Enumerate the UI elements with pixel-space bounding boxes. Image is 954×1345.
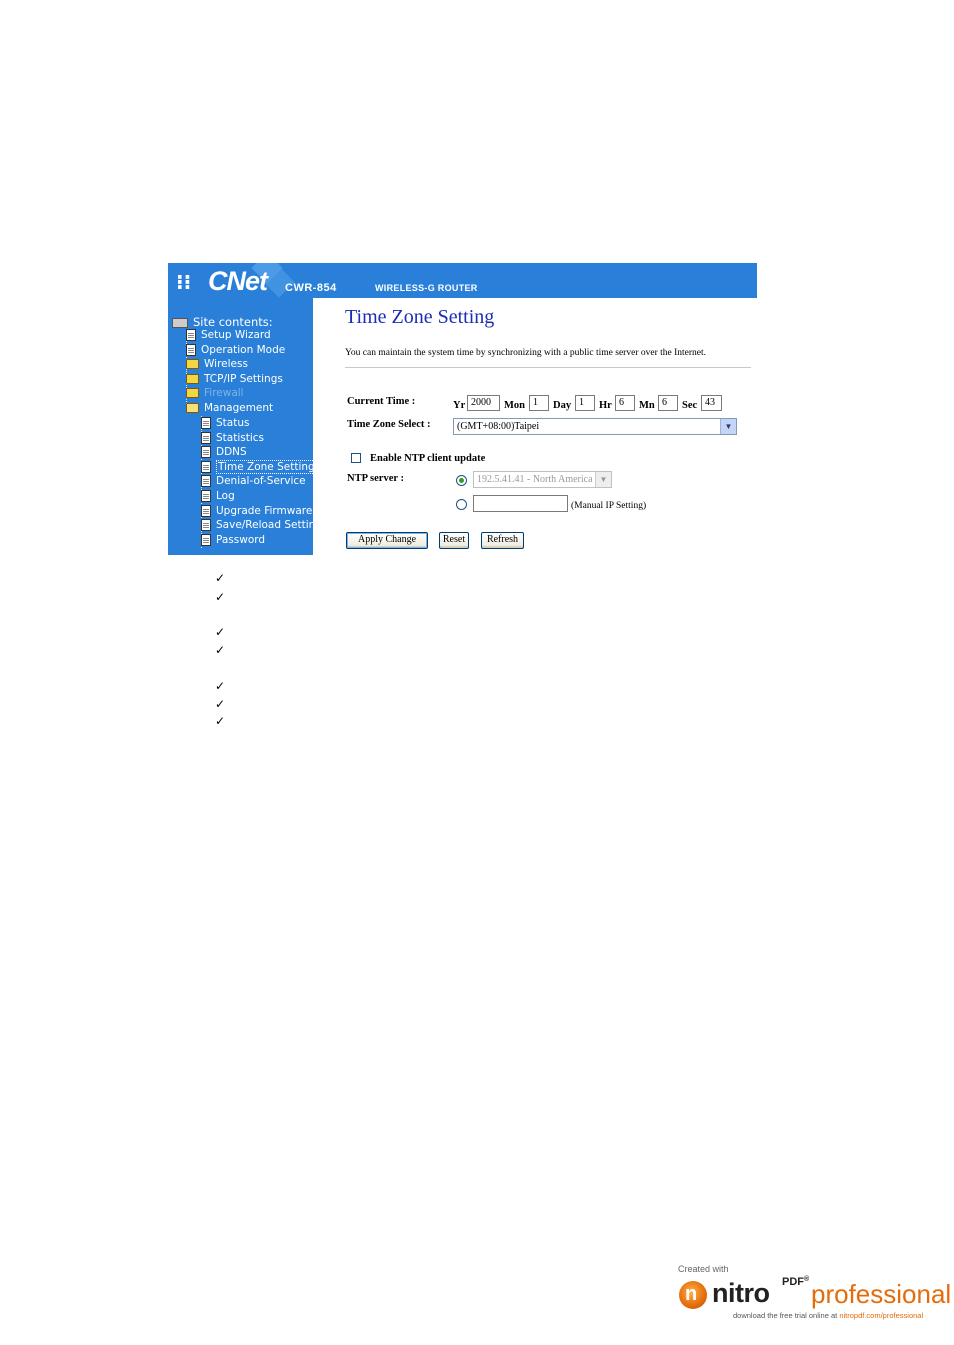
manual-ip-input[interactable]: [473, 495, 568, 512]
sidebar-item-upgrade-firmware[interactable]: Upgrade Firmware: [201, 504, 312, 518]
page-icon: [201, 461, 211, 473]
second-label: Sec: [682, 400, 698, 411]
checkmark-icon: ✓: [215, 643, 226, 657]
checkmark-icon: ✓: [215, 697, 226, 711]
checkmark-icon: ✓: [215, 679, 226, 693]
sidebar-item-save-reload-setting[interactable]: Save/Reload Setting: [201, 518, 322, 532]
page-description: You can maintain the system time by sync…: [345, 348, 707, 358]
hour-label: Hr: [599, 400, 612, 411]
checkmark-icon: ✓: [215, 714, 226, 728]
sidebar-item-setup-wizard[interactable]: Setup Wizard: [186, 328, 271, 342]
year-label: Yr: [453, 400, 466, 411]
enable-ntp-label: Enable NTP client update: [370, 453, 486, 464]
cnet-logo: CNet: [208, 266, 268, 296]
download-note-text: download the free trial online at: [733, 1311, 840, 1320]
page-title: Time Zone Setting: [345, 306, 495, 328]
page-icon: [201, 519, 211, 531]
year-input[interactable]: 2000: [467, 395, 500, 411]
minute-input[interactable]: 6: [658, 395, 678, 411]
checkmark-icon: ✓: [215, 625, 226, 639]
checkmark-icon: ✓: [215, 590, 226, 604]
folder-icon: [186, 359, 199, 369]
reset-button[interactable]: Reset: [439, 532, 469, 549]
page-icon: [186, 329, 196, 341]
sidebar-item-tcpip-settings[interactable]: TCP/IP Settings: [186, 372, 283, 386]
created-with-text: Created with: [678, 1264, 729, 1274]
registered-mark: ®: [804, 1276, 810, 1283]
pdf-text: PDF: [782, 1276, 804, 1288]
sidebar-item-status[interactable]: Status: [201, 416, 249, 430]
sidebar-item-firewall[interactable]: Firewall: [186, 386, 244, 400]
month-label: Mon: [504, 400, 525, 411]
minute-label: Mn: [639, 400, 655, 411]
day-label: Day: [553, 400, 572, 411]
day-input[interactable]: 1: [575, 395, 595, 411]
time-zone-selected-value: (GMT+08:00)Taipei: [457, 421, 540, 432]
cnet-logo-icon: ⁝⁝: [176, 270, 192, 294]
sidebar-item-password[interactable]: Password: [201, 533, 265, 547]
sidebar-item-statistics[interactable]: Statistics: [201, 431, 264, 445]
divider: [345, 367, 751, 368]
page-icon: [201, 446, 211, 458]
product-name: WIRELESS-G ROUTER: [375, 283, 478, 293]
computer-icon: [172, 318, 188, 328]
ntp-server-list-radio[interactable]: [456, 475, 467, 486]
sidebar-item-denial-of-service[interactable]: Denial-of-Service: [201, 474, 306, 488]
nitro-pdf-mark: PDF®: [782, 1276, 809, 1288]
page-icon: [201, 432, 211, 444]
model-name: CWR-854: [285, 282, 337, 294]
ntp-server-selected-value: 192.5.41.41 - North America: [477, 474, 593, 485]
nitro-logo-icon: n: [679, 1281, 707, 1309]
download-note-link[interactable]: nitropdf.com/professional: [839, 1311, 923, 1320]
manual-ip-note: (Manual IP Setting): [571, 501, 647, 511]
folder-open-icon: [186, 403, 199, 413]
ntp-server-select[interactable]: 192.5.41.41 - North America ▼: [473, 471, 612, 488]
current-time-label: Current Time :: [347, 396, 416, 407]
page-icon: [186, 344, 196, 356]
sidebar-item-wireless[interactable]: Wireless: [186, 357, 248, 371]
enable-ntp-checkbox[interactable]: [351, 453, 361, 463]
nitro-edition: professional: [811, 1279, 952, 1309]
time-zone-label: Time Zone Select :: [347, 419, 431, 430]
checkmark-icon: ✓: [215, 571, 226, 585]
apply-change-button[interactable]: Apply Change: [346, 532, 428, 549]
page-icon: [201, 417, 211, 429]
folder-icon: [186, 374, 199, 384]
folder-icon: [186, 388, 199, 398]
page-icon: [201, 490, 211, 502]
page-icon: [201, 505, 211, 517]
chevron-down-icon[interactable]: ▼: [720, 419, 736, 434]
page-icon: [201, 534, 211, 546]
ntp-manual-radio[interactable]: [456, 499, 467, 510]
month-input[interactable]: 1: [529, 395, 549, 411]
sidebar-root[interactable]: Site contents:: [172, 315, 273, 329]
time-zone-select[interactable]: (GMT+08:00)Taipei ▼: [453, 418, 737, 435]
page-icon: [201, 475, 211, 487]
sidebar-tree: Site contents: Setup Wizard Operation Mo…: [168, 298, 322, 555]
nitro-brand: nitro: [712, 1278, 770, 1308]
sidebar-item-ddns[interactable]: DDNS: [201, 445, 247, 459]
sidebar-item-operation-mode[interactable]: Operation Mode: [186, 343, 285, 357]
sidebar-item-log[interactable]: Log: [201, 489, 235, 503]
refresh-button[interactable]: Refresh: [481, 532, 524, 549]
chevron-down-icon[interactable]: ▼: [595, 472, 611, 487]
ntp-server-label: NTP server :: [347, 473, 404, 484]
sidebar-item-management[interactable]: Management: [186, 401, 273, 415]
sidebar-item-time-zone-setting[interactable]: Time Zone Setting: [201, 460, 317, 474]
second-input[interactable]: 43: [701, 395, 722, 411]
router-banner: ⁝⁝ CNet CWR-854 WIRELESS-G ROUTER: [168, 263, 757, 298]
download-note: download the free trial online at nitrop…: [733, 1311, 923, 1320]
hour-input[interactable]: 6: [615, 395, 635, 411]
